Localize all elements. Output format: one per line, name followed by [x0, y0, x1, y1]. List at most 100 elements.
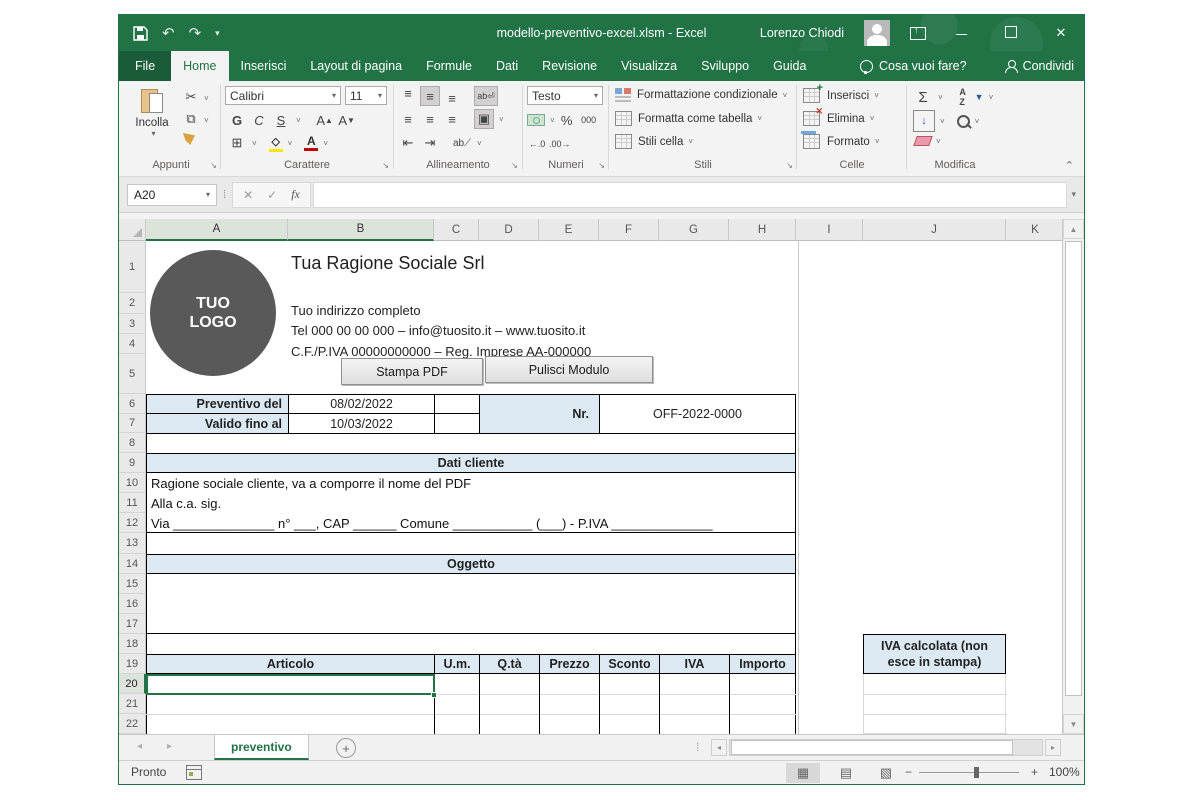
find-select-icon[interactable] [957, 115, 970, 128]
paste-button[interactable]: Incolla ▾ [129, 87, 175, 149]
vertical-scrollbar[interactable]: ▲ ▼ [1062, 219, 1084, 734]
scroll-up-icon[interactable]: ▲ [1063, 219, 1084, 239]
grow-font-button[interactable]: A▲ [315, 110, 335, 130]
tab-home[interactable]: Home [171, 51, 228, 81]
sheet-tab-preventivo[interactable]: preventivo [214, 735, 309, 760]
macro-record-icon[interactable] [186, 765, 202, 780]
quote-date-cell[interactable]: 08/02/2022 [288, 394, 435, 414]
merge-center-button[interactable]: ▣ [474, 109, 494, 129]
clipboard-dialog-launcher-icon[interactable]: ↘ [210, 161, 217, 170]
clear-form-button[interactable]: Pulisci Modulo [485, 356, 653, 383]
insert-cells-button[interactable]: Inserisci˅ [803, 88, 879, 103]
sort-filter-button[interactable]: AZ [953, 87, 973, 107]
hscroll-left-icon[interactable]: ◂ [711, 739, 727, 756]
col-header-A[interactable]: A [146, 219, 288, 241]
alignment-dialog-launcher-icon[interactable]: ↘ [511, 161, 518, 170]
quote-nr-value-cell[interactable]: OFF-2022-0000 [599, 394, 796, 434]
fill-color-button[interactable]: ◇ [269, 135, 283, 152]
borders-button[interactable]: ⊞ [227, 133, 247, 153]
expand-formula-bar-icon[interactable]: ▾ [1071, 189, 1076, 200]
row-header-21[interactable]: 21 [119, 694, 146, 714]
font-dialog-launcher-icon[interactable]: ↘ [382, 161, 389, 170]
items-header-prezzo[interactable]: Prezzo [539, 654, 600, 674]
row-header-1[interactable]: 1 [119, 241, 146, 293]
hscroll-right-icon[interactable]: ▸ [1045, 739, 1061, 756]
col-header-E[interactable]: E [539, 219, 599, 241]
insert-function-icon[interactable]: fx [291, 187, 300, 202]
format-cells-button[interactable]: Formato˅ [803, 134, 880, 149]
horizontal-scrollbar[interactable] [729, 739, 1043, 756]
thousand-separator-button[interactable]: 000 [579, 110, 599, 130]
row-header-19[interactable]: 19 [119, 654, 146, 674]
row-header-11[interactable]: 11 [119, 493, 146, 513]
align-left-button[interactable]: ≡ [398, 109, 418, 129]
row-header-5[interactable]: 5 [119, 354, 146, 394]
view-page-layout-button[interactable]: ▤ [829, 763, 863, 783]
zoom-slider-track[interactable] [919, 772, 1019, 773]
zoom-slider-thumb[interactable] [974, 767, 979, 778]
view-normal-button[interactable]: ▦ [786, 763, 820, 783]
tab-visualizza[interactable]: Visualizza [609, 51, 689, 81]
col-header-H[interactable]: H [729, 219, 796, 241]
tab-formule[interactable]: Formule [414, 51, 484, 81]
align-middle-button[interactable]: ≡ [420, 86, 440, 106]
wrap-text-button[interactable]: ab⏎ [474, 86, 498, 106]
name-box[interactable]: A20▾ [127, 184, 217, 206]
row-header-12[interactable]: 12 [119, 513, 146, 533]
format-painter-button[interactable] [183, 133, 195, 148]
items-header-articolo[interactable]: Articolo [146, 654, 435, 674]
sheet-nav-next-icon[interactable]: ▸ [167, 741, 172, 752]
items-header-iva[interactable]: IVA [659, 654, 730, 674]
row-header-14[interactable]: 14 [119, 554, 146, 574]
increase-decimal-button[interactable]: ←.0 [527, 134, 547, 154]
items-header-qta[interactable]: Q.tà [479, 654, 540, 674]
subject-section-header[interactable]: Oggetto [146, 554, 796, 574]
client-line-3[interactable]: Via ______________ n° ___, CAP ______ Co… [151, 516, 713, 531]
selected-cell-A20[interactable] [146, 674, 435, 695]
decrease-indent-button[interactable]: ⇤ [398, 133, 418, 153]
fill-button[interactable]: ↓ [913, 110, 935, 132]
col-header-B[interactable]: B [288, 219, 434, 241]
row-header-17[interactable]: 17 [119, 614, 146, 634]
increase-indent-button[interactable]: ⇥ [420, 133, 440, 153]
currency-icon[interactable] [527, 114, 545, 126]
tell-me-label[interactable]: Cosa vuoi fare? [879, 59, 967, 73]
row-header-20[interactable]: 20 [119, 674, 146, 694]
bold-button[interactable]: G [227, 110, 247, 130]
vertical-scroll-thumb[interactable] [1065, 241, 1082, 696]
maximize-button[interactable] [996, 26, 1026, 41]
number-dialog-launcher-icon[interactable]: ↘ [598, 161, 605, 170]
client-line-2[interactable]: Alla c.a. sig. [151, 496, 221, 511]
orientation-button[interactable]: ab⟋ [452, 133, 472, 153]
scroll-down-icon[interactable]: ▼ [1063, 714, 1084, 734]
tab-revisione[interactable]: Revisione [530, 51, 609, 81]
font-name-select[interactable]: Calibri▾ [225, 86, 341, 105]
row-header-15[interactable]: 15 [119, 574, 146, 594]
tab-guida[interactable]: Guida [761, 51, 818, 81]
cut-button[interactable]: ✂˅ [181, 87, 209, 107]
zoom-in-icon[interactable]: + [1031, 765, 1038, 779]
col-header-J[interactable]: J [863, 219, 1006, 241]
tab-layout[interactable]: Layout di pagina [298, 51, 414, 81]
items-header-sconto[interactable]: Sconto [599, 654, 660, 674]
tab-scroll-splitter[interactable]: ⁞ [696, 740, 699, 754]
quote-valid-cell[interactable]: 10/03/2022 [288, 413, 435, 434]
tab-dati[interactable]: Dati [484, 51, 530, 81]
row-header-10[interactable]: 10 [119, 473, 146, 493]
client-line-1[interactable]: Ragione sociale cliente, va a comporre i… [151, 476, 471, 491]
account-name[interactable]: Lorenzo Chiodi [760, 26, 844, 40]
row-header-2[interactable]: 2 [119, 293, 146, 314]
cell-styles-button[interactable]: Stili cella˅ [615, 134, 693, 149]
percent-button[interactable]: % [557, 110, 577, 130]
row-header-22[interactable]: 22 [119, 714, 146, 734]
autosum-button[interactable]: Σ [913, 87, 933, 107]
clear-icon[interactable] [913, 136, 933, 146]
share-button[interactable]: Condividi [1023, 59, 1074, 73]
items-header-um[interactable]: U.m. [434, 654, 480, 674]
items-header-importo[interactable]: Importo [729, 654, 796, 674]
view-page-break-button[interactable]: ▧ [869, 763, 903, 783]
collapse-ribbon-icon[interactable]: ⌃ [1065, 159, 1074, 172]
fill-handle[interactable] [431, 692, 437, 698]
formula-input[interactable] [313, 182, 1068, 208]
close-button[interactable]: ✕ [1046, 25, 1076, 41]
